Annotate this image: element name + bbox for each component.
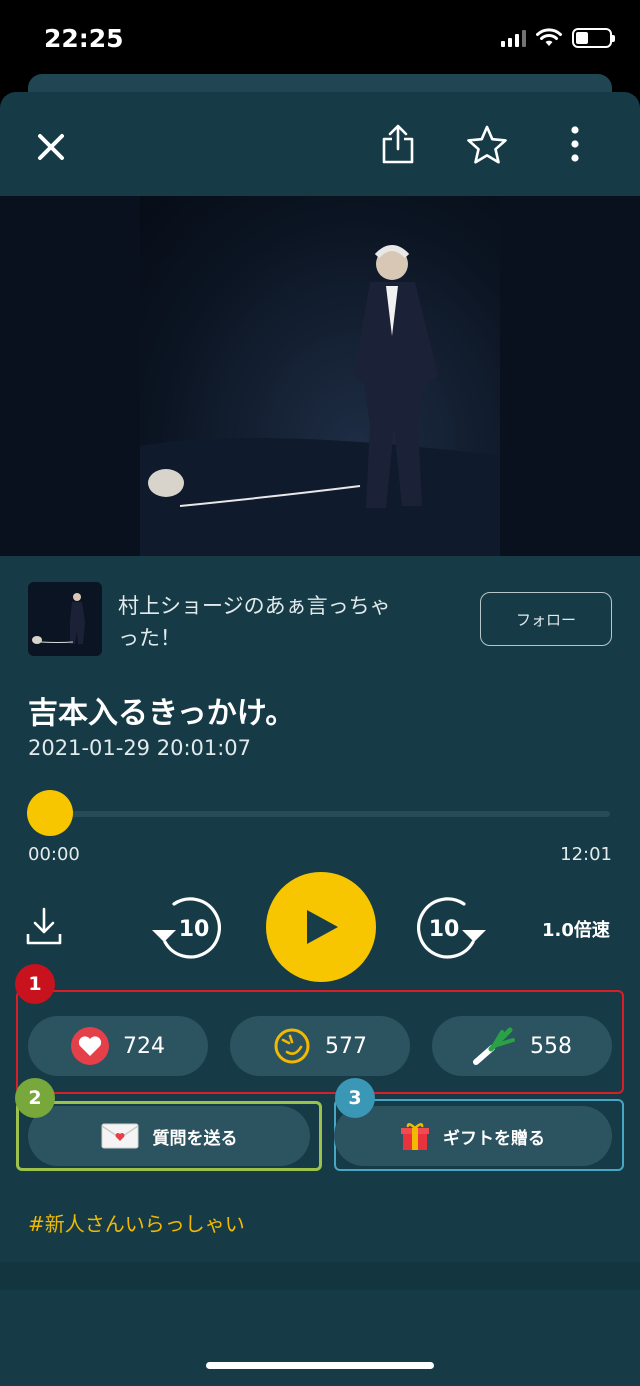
episode-date: 2021-01-29 20:01:07 — [28, 736, 252, 760]
like-button[interactable]: 724 — [28, 1016, 208, 1076]
download-button[interactable] — [24, 904, 64, 948]
battery-icon — [572, 28, 615, 48]
send-question-label: 質問を送る — [152, 1128, 238, 1149]
heart-icon — [71, 1027, 109, 1065]
send-gift-label: ギフトを贈る — [443, 1128, 545, 1149]
channel-name[interactable]: 村上ショージのあぁ言っちゃった！ — [118, 590, 408, 654]
close-button[interactable] — [30, 126, 72, 168]
leek-icon — [473, 1027, 515, 1065]
leek-button[interactable]: 558 — [432, 1016, 612, 1076]
progress-track[interactable] — [50, 811, 610, 817]
total-time: 12:01 — [560, 844, 612, 865]
envelope-icon — [101, 1123, 138, 1149]
current-time: 00:00 — [28, 844, 80, 865]
close-icon — [38, 134, 64, 160]
play-button[interactable] — [266, 872, 376, 982]
leek-count: 558 — [530, 1033, 572, 1059]
channel-thumbnail[interactable] — [28, 582, 102, 656]
wifi-icon — [536, 28, 562, 46]
player-toolbar — [0, 92, 640, 196]
status-bar: 22:25 — [0, 0, 640, 80]
follow-button[interactable]: フォロー — [480, 592, 612, 646]
more-vertical-icon — [571, 126, 579, 162]
channel-row: 村上ショージのあぁ言っちゃった！ フォロー — [28, 582, 612, 658]
more-button[interactable] — [560, 122, 590, 166]
forward-seconds: 10 — [429, 917, 460, 942]
play-icon — [307, 910, 338, 944]
annotation-badge-2: 2 — [15, 1078, 55, 1118]
episode-title: 吉本入るきっかけ。 — [28, 696, 296, 731]
signal-icon — [501, 29, 526, 47]
forward-icon: 10 — [417, 897, 486, 959]
playback-speed-button[interactable]: 1.0倍速 — [542, 916, 610, 942]
send-gift-button[interactable]: ギフトを贈る — [334, 1106, 612, 1166]
annotation-badge-1: 1 — [15, 964, 55, 1004]
like-count: 724 — [123, 1033, 165, 1059]
gift-icon — [401, 1123, 429, 1150]
rewind-seconds: 10 — [179, 917, 210, 942]
laugh-button[interactable]: 577 — [230, 1016, 410, 1076]
status-time: 22:25 — [44, 24, 124, 53]
rewind-10-button[interactable]: 10 — [150, 892, 226, 962]
episode-cover-image — [0, 196, 640, 556]
star-icon — [467, 125, 507, 164]
player-sheet: 村上ショージのあぁ言っちゃった！ フォロー 吉本入るきっかけ。 2021-01-… — [0, 92, 640, 1386]
share-button[interactable] — [376, 122, 420, 166]
rewind-icon: 10 — [152, 897, 221, 959]
download-icon — [26, 907, 62, 945]
send-question-button[interactable]: 質問を送る — [28, 1106, 310, 1166]
hashtag-link[interactable]: #新人さんいらっしゃい — [28, 1208, 245, 1237]
section-divider — [0, 1262, 640, 1290]
laugh-face-icon — [274, 1028, 310, 1064]
annotation-badge-3: 3 — [335, 1078, 375, 1118]
progress-knob[interactable] — [27, 790, 73, 836]
status-icons — [501, 28, 615, 48]
home-indicator — [206, 1362, 434, 1369]
favorite-button[interactable] — [464, 122, 510, 168]
forward-10-button[interactable]: 10 — [412, 892, 488, 962]
laugh-count: 577 — [325, 1033, 367, 1059]
share-icon — [382, 124, 414, 164]
